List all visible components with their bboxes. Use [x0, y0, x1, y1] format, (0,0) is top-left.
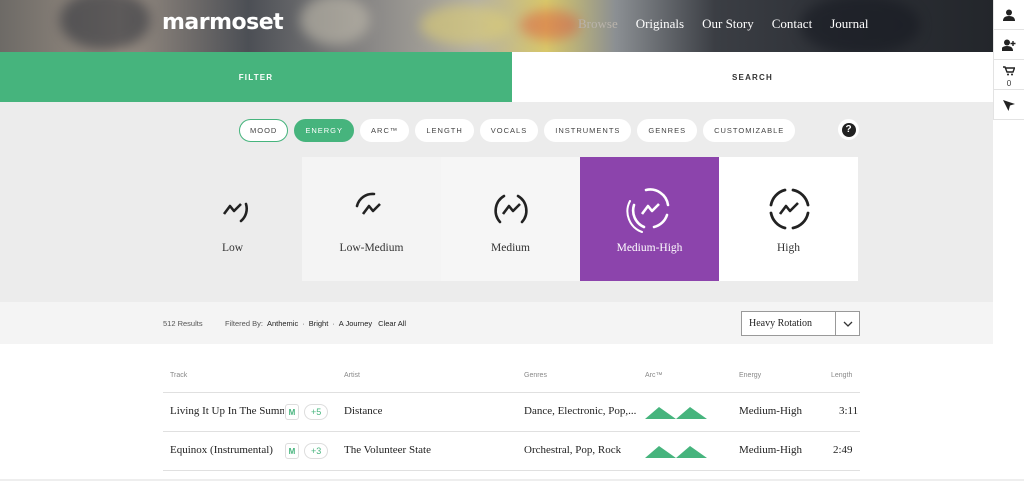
col-track[interactable]: Track [170, 372, 187, 379]
nav-journal[interactable]: Journal [830, 16, 868, 32]
clear-all-link[interactable]: Clear All [378, 319, 406, 328]
filter-chip-a-journey[interactable]: A Journey [339, 319, 372, 328]
track-length: 3:11 [839, 405, 859, 417]
col-length[interactable]: Length [831, 372, 852, 379]
filter-chip-bright[interactable]: Bright [309, 319, 329, 328]
versions-badge[interactable]: +3 [304, 443, 329, 459]
add-user-icon [1002, 39, 1016, 51]
energy-tile-medium-high[interactable]: Medium-High [580, 157, 719, 281]
energy-high-icon [769, 188, 809, 230]
filter-separator: · [302, 319, 305, 328]
energy-medium-icon [493, 194, 528, 224]
results-count: 512 Results [163, 319, 203, 328]
pill-genres[interactable]: GENRES [637, 119, 698, 142]
artist-name[interactable]: Distance [344, 405, 382, 417]
nav-contact[interactable]: Contact [772, 16, 812, 32]
top-nav: Browse Originals Our Story Contact Journ… [578, 16, 868, 32]
pill-instruments[interactable]: INSTRUMENTS [544, 119, 632, 142]
hero-banner: marmoset Browse Originals Our Story Cont… [0, 0, 993, 52]
table-row[interactable]: Equinox (Instrumental) M +3 The Voluntee… [163, 432, 860, 471]
genres: Orchestral, Pop, Rock [524, 444, 622, 456]
help-icon: ? [841, 122, 856, 137]
col-artist[interactable]: Artist [344, 372, 360, 379]
col-genres[interactable]: Genres [524, 372, 547, 379]
energy-tile-low-medium[interactable]: Low-Medium [302, 157, 441, 281]
arc-shape [645, 407, 707, 419]
genres: Dance, Electronic, Pop,... [524, 405, 637, 417]
pill-vocals[interactable]: VOCALS [479, 119, 539, 142]
energy-tile-label: High [777, 242, 800, 254]
energy-tile-label: Medium [491, 242, 530, 254]
cart-button[interactable]: 0 [994, 60, 1024, 90]
pill-length[interactable]: LENGTH [415, 119, 474, 142]
sort-select[interactable]: Heavy Rotation [741, 311, 860, 336]
add-user-button[interactable] [994, 30, 1024, 60]
tab-filter[interactable]: FILTER [0, 52, 512, 102]
tracks-table-header: Track Artist Genres Arc™ Energy Length [163, 370, 860, 393]
logo[interactable]: marmoset [162, 10, 284, 35]
tab-search[interactable]: SEARCH [512, 52, 993, 102]
col-energy[interactable]: Energy [739, 372, 761, 379]
pill-mood[interactable]: MOOD [239, 119, 289, 142]
pill-energy[interactable]: ENERGY [294, 119, 355, 142]
energy-low-medium-icon [355, 192, 381, 215]
marmoset-badge[interactable]: M [285, 443, 299, 459]
artist-name[interactable]: The Volunteer State [344, 444, 431, 456]
filter-pills: MOOD ENERGY ARC™ LENGTH VOCALS INSTRUMEN… [239, 119, 796, 142]
energy-tile-low[interactable]: Low [163, 157, 302, 281]
energy-tile-label: Low [221, 242, 244, 254]
user-icon [1003, 9, 1015, 21]
nav-originals[interactable]: Originals [636, 16, 684, 32]
filtered-by-label: Filtered By: [225, 319, 263, 328]
cart-count: 0 [1006, 79, 1012, 88]
energy-tile-label: Low-Medium [339, 242, 404, 254]
energy-tile-label: Medium-High [616, 242, 683, 254]
track-length: 2:49 [833, 444, 853, 456]
arc-shape [645, 446, 707, 458]
nav-browse[interactable]: Browse [578, 16, 618, 32]
energy-medium-high-icon [625, 188, 669, 233]
active-filters: Filtered By: Anthemic · Bright · A Journ… [225, 319, 406, 328]
versions-badge[interactable]: +5 [304, 404, 329, 420]
pill-customizable[interactable]: CUSTOMIZABLE [703, 119, 796, 142]
pill-arc[interactable]: ARC™ [360, 119, 410, 142]
marmoset-badge[interactable]: M [285, 404, 299, 420]
energy-value: Medium-High [739, 405, 802, 417]
sort-select-value: Heavy Rotation [749, 318, 813, 329]
account-button[interactable] [994, 0, 1024, 30]
cursor-button[interactable] [994, 90, 1024, 120]
table-row[interactable]: Living It Up In The Summer M +5 Distance… [163, 393, 860, 432]
help-button[interactable]: ? [838, 119, 859, 140]
energy-tiles: Low Low-Medium Medium Medium-High High [163, 157, 858, 281]
energy-low-icon [222, 202, 248, 223]
right-rail: 0 [993, 0, 1024, 120]
cart-icon [1003, 65, 1015, 75]
energy-tile-high[interactable]: High [719, 157, 858, 281]
nav-our-story[interactable]: Our Story [702, 16, 754, 32]
cursor-icon [1003, 99, 1015, 111]
filter-separator: · [332, 319, 335, 328]
energy-value: Medium-High [739, 444, 802, 456]
energy-tile-medium[interactable]: Medium [441, 157, 580, 281]
filter-chip-anthemic[interactable]: Anthemic [267, 319, 298, 328]
track-title[interactable]: Equinox (Instrumental) [170, 444, 284, 456]
track-title[interactable]: Living It Up In The Summer [170, 405, 284, 417]
chevron-down-icon [835, 312, 859, 335]
col-arc[interactable]: Arc™ [645, 372, 663, 379]
